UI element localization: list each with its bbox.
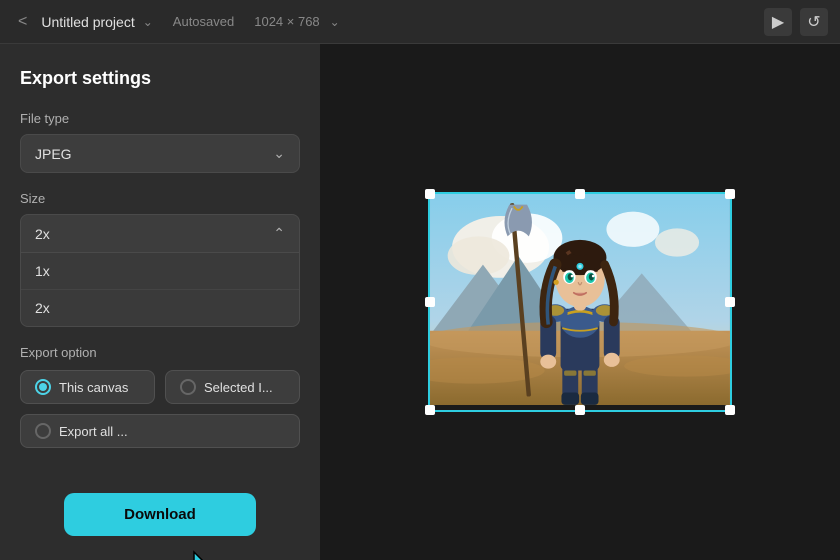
radio-group-row1: This canvas Selected I... xyxy=(20,370,300,404)
autosaved-status: Autosaved xyxy=(173,14,234,29)
radio-indicator-selected xyxy=(180,379,196,395)
size-options-list: 1x 2x xyxy=(20,253,300,327)
nav-back-button[interactable]: < xyxy=(12,9,33,35)
option-selected-label: Selected I... xyxy=(204,380,273,395)
handle-top-left[interactable] xyxy=(425,189,435,199)
download-area: Download xyxy=(20,493,300,536)
file-type-select[interactable]: JPEG ⌄ xyxy=(20,134,300,173)
export-option-label: Export option xyxy=(20,345,300,360)
option-this-canvas[interactable]: This canvas xyxy=(20,370,155,404)
option-export-all-label: Export all ... xyxy=(59,424,128,439)
handle-top-mid[interactable] xyxy=(575,189,585,199)
export-option-section: Export option This canvas Selected I... … xyxy=(20,345,300,448)
size-option-1x[interactable]: 1x xyxy=(21,253,299,290)
top-bar-actions: ▶ ↺ xyxy=(764,8,828,36)
panel-title: Export settings xyxy=(20,68,300,89)
radio-indicator-this-canvas xyxy=(35,379,51,395)
radio-indicator-export-all xyxy=(35,423,51,439)
size-select[interactable]: 2x ⌃ xyxy=(20,214,300,253)
option-selected[interactable]: Selected I... xyxy=(165,370,300,404)
size-value: 2x xyxy=(35,226,50,242)
top-bar: < Untitled project ⌄ Autosaved 1024 × 76… xyxy=(0,0,840,44)
handle-bot-left[interactable] xyxy=(425,405,435,415)
file-type-chevron-icon: ⌄ xyxy=(273,145,285,162)
size-section: Size 2x ⌃ 1x 2x xyxy=(20,191,300,345)
project-chevron-icon[interactable]: ⌄ xyxy=(143,15,153,29)
size-label: Size xyxy=(20,191,300,206)
download-button[interactable]: Download xyxy=(64,493,256,536)
file-type-label: File type xyxy=(20,111,300,126)
image-frame xyxy=(428,192,732,413)
handle-top-right[interactable] xyxy=(725,189,735,199)
character-illustration xyxy=(430,194,730,406)
size-option-2x[interactable]: 2x xyxy=(21,290,299,326)
rotate-button[interactable]: ↺ xyxy=(800,8,828,36)
dimensions-chevron-icon[interactable]: ⌄ xyxy=(330,15,340,29)
canvas-dimensions: 1024 × 768 xyxy=(254,14,319,29)
handle-bot-right[interactable] xyxy=(725,405,735,415)
export-settings-panel: Export settings File type JPEG ⌄ Size 2x… xyxy=(0,44,320,560)
handle-mid-left[interactable] xyxy=(425,297,435,307)
option-this-canvas-label: This canvas xyxy=(59,380,128,395)
handle-bot-mid[interactable] xyxy=(575,405,585,415)
canvas-area xyxy=(320,44,840,560)
play-button[interactable]: ▶ xyxy=(764,8,792,36)
top-bar-left: < Untitled project ⌄ Autosaved 1024 × 76… xyxy=(12,9,340,35)
file-type-value: JPEG xyxy=(35,146,72,162)
project-name: Untitled project xyxy=(41,14,134,30)
option-export-all[interactable]: Export all ... xyxy=(20,414,300,448)
size-chevron-icon: ⌃ xyxy=(273,225,285,242)
handle-mid-right[interactable] xyxy=(725,297,735,307)
main-layout: Export settings File type JPEG ⌄ Size 2x… xyxy=(0,44,840,560)
